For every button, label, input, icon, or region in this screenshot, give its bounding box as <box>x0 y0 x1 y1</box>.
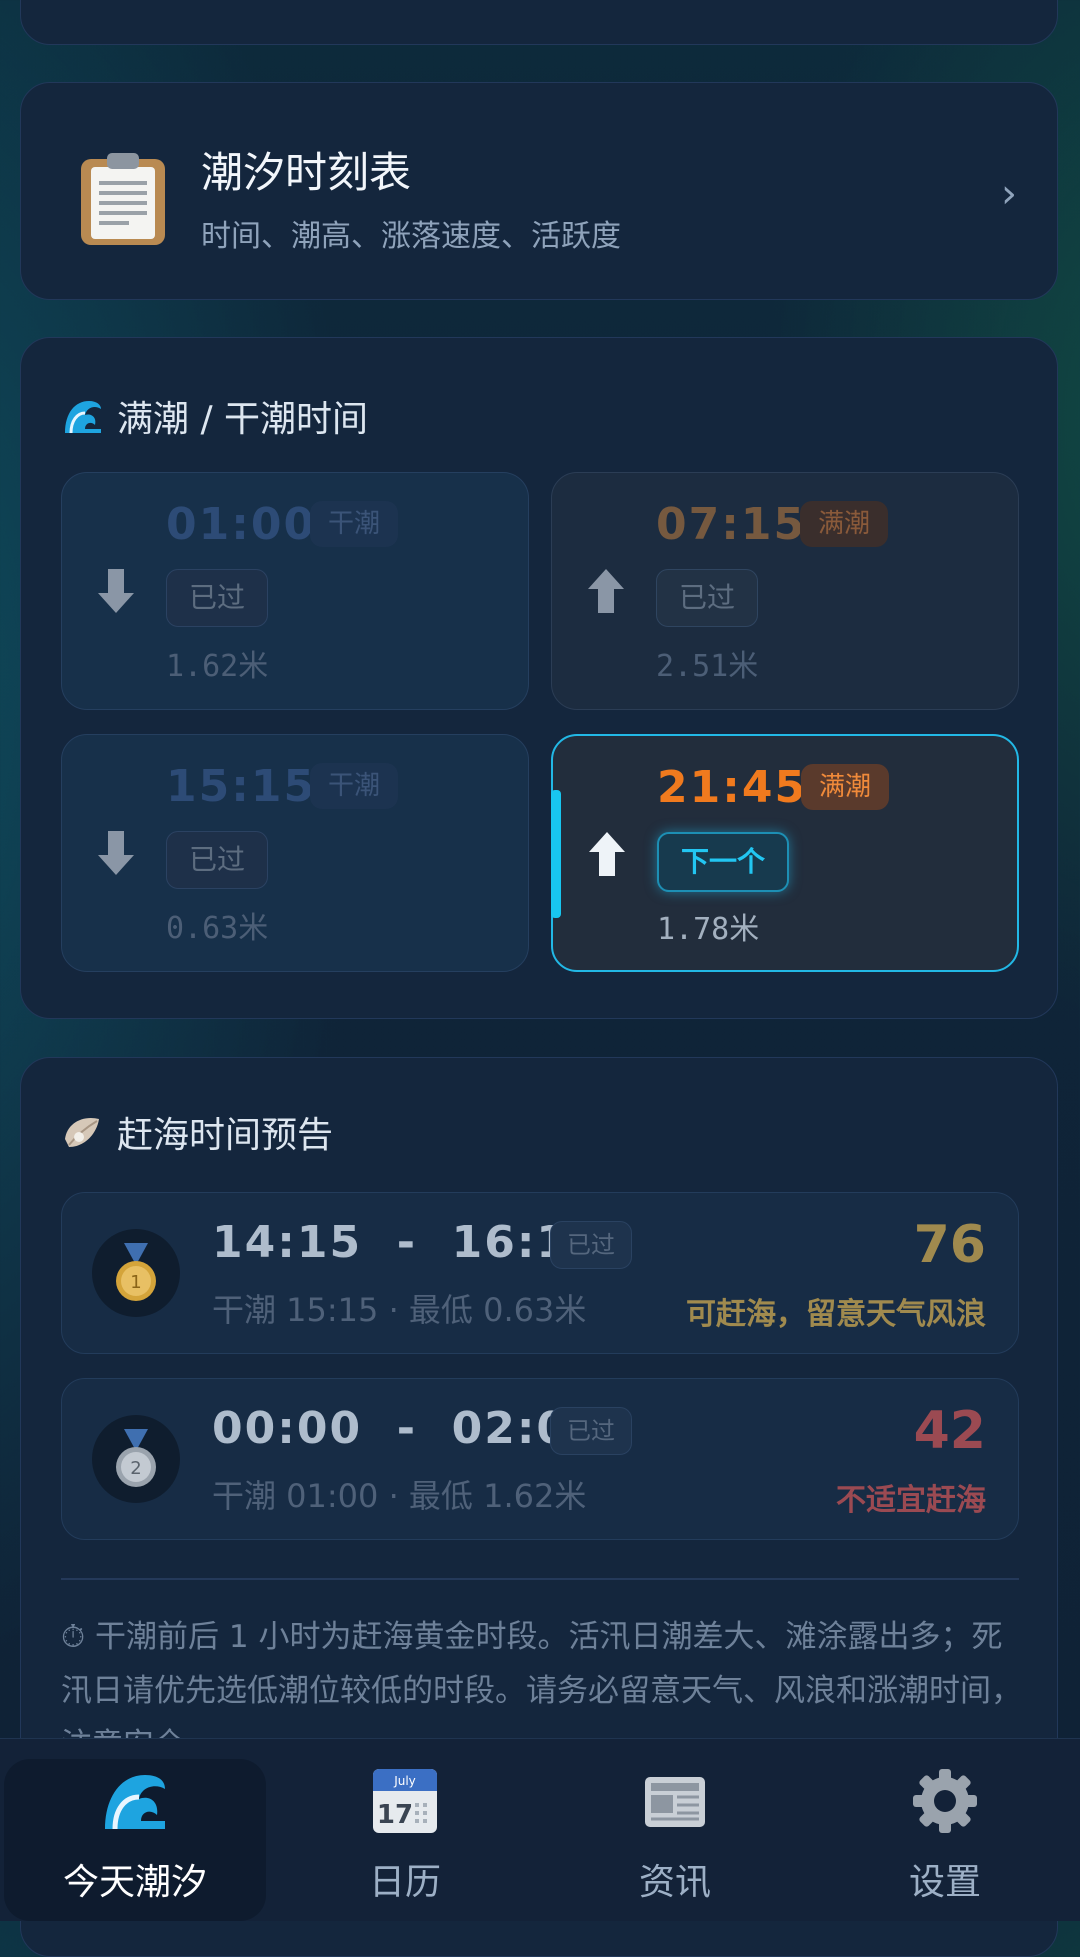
tab-label: 设置 <box>908 1862 981 1903</box>
slot-time-range: 14:15 - 16:15 <box>212 1217 602 1268</box>
slot-detail: 干潮 15:15 · 最低 0.63米 <box>212 1291 587 1329</box>
tide-height: 2.51米 <box>656 649 759 684</box>
tide-next-badge: 下一个 <box>657 832 790 892</box>
tides-section-label: 满潮 / 干潮时间 <box>117 399 369 440</box>
chevron-right-icon[interactable]: › <box>1001 171 1017 217</box>
gear-icon <box>913 1769 977 1833</box>
tide-status-badge: 已过 <box>656 569 759 627</box>
tide-tile[interactable]: 15:15 干潮 已过 0.63米 <box>61 734 529 972</box>
medal-rank: 2 <box>130 1458 141 1479</box>
slot-score: 42 <box>913 1401 986 1461</box>
slot-detail: 干潮 01:00 · 最低 1.62米 <box>212 1477 587 1515</box>
tide-time: 01:00 <box>166 499 317 550</box>
wave-icon <box>65 401 101 434</box>
tide-time: 15:15 <box>166 761 317 812</box>
tide-type-badge: 满潮 <box>800 501 889 547</box>
tab-label: 日历 <box>368 1862 441 1903</box>
slot-advice: 不适宜赶海 <box>836 1483 986 1518</box>
arrow-up-icon <box>589 832 625 876</box>
arrow-down-icon <box>98 569 134 613</box>
tab-news[interactable]: 资讯 <box>540 1739 810 1921</box>
forecast-section-label: 赶海时间预告 <box>117 1115 334 1156</box>
bottom-tab-bar: 今天潮汐 July 17 日历 资讯 设置 <box>0 1738 1080 1921</box>
arrow-up-icon <box>588 569 624 613</box>
tab-today-tide[interactable]: 今天潮汐 <box>0 1739 270 1921</box>
oyster-icon <box>65 1117 99 1147</box>
newspaper-icon <box>645 1777 705 1827</box>
slot-status-badge: 已过 <box>550 1407 632 1455</box>
tide-height: 1.62米 <box>166 649 269 684</box>
medal-rank: 1 <box>130 1272 141 1293</box>
tide-type-badge: 干潮 <box>310 763 399 809</box>
gold-medal-icon: 1 <box>92 1229 180 1317</box>
clipboard-icon <box>81 153 165 245</box>
wave-icon <box>105 1775 165 1830</box>
tide-type-badge: 满潮 <box>801 764 890 810</box>
forecast-section-title: 赶海时间预告 <box>61 1106 333 1158</box>
slot-advice: 可赶海，留意天气风浪 <box>686 1297 986 1332</box>
schedule-title: 潮汐时刻表 <box>201 148 412 197</box>
tide-type-badge: 干潮 <box>310 501 399 547</box>
tide-tile[interactable]: 07:15 满潮 已过 2.51米 <box>551 472 1019 710</box>
tide-status-badge: 已过 <box>166 569 269 627</box>
tab-calendar[interactable]: July 17 日历 <box>270 1739 540 1921</box>
next-indicator-bar <box>551 790 561 918</box>
divider <box>61 1578 1019 1580</box>
slot-time-range: 00:00 - 02:00 <box>212 1403 602 1454</box>
tide-time: 21:45 <box>657 762 808 813</box>
tide-time: 07:15 <box>656 499 807 550</box>
tide-height: 1.78米 <box>657 912 760 947</box>
slot-score: 76 <box>913 1215 986 1275</box>
tab-label: 今天潮汐 <box>62 1862 207 1903</box>
forecast-slot[interactable]: 2 00:00 - 02:00 已过 干潮 01:00 · 最低 1.62米 4… <box>61 1378 1019 1540</box>
tide-height: 0.63米 <box>166 911 269 946</box>
slot-status-badge: 已过 <box>550 1221 632 1269</box>
forecast-slot[interactable]: 1 14:15 - 16:15 已过 干潮 15:15 · 最低 0.63米 7… <box>61 1192 1019 1354</box>
tide-tile[interactable]: 01:00 干潮 已过 1.62米 <box>61 472 529 710</box>
tide-schedule-card[interactable]: 潮汐时刻表 时间、潮高、涨落速度、活跃度 › <box>20 82 1058 300</box>
tab-settings[interactable]: 设置 <box>810 1739 1080 1921</box>
silver-medal-icon: 2 <box>92 1415 180 1503</box>
tab-label: 资讯 <box>638 1862 711 1903</box>
high-low-tide-card: 满潮 / 干潮时间 01:00 干潮 已过 1.62米 07:15 满潮 已过 … <box>20 337 1058 1019</box>
tide-status-badge: 已过 <box>166 831 269 889</box>
schedule-subtitle: 时间、潮高、涨落速度、活跃度 <box>201 219 621 254</box>
calendar-icon: July 17 <box>373 1769 437 1833</box>
previous-card <box>20 0 1058 45</box>
tides-section-title: 满潮 / 干潮时间 <box>61 390 368 442</box>
tide-tile-next[interactable]: 21:45 满潮 下一个 1.78米 <box>551 734 1019 972</box>
arrow-down-icon <box>98 831 134 875</box>
calendar-day: 17 <box>377 1800 413 1830</box>
calendar-month: July <box>393 1774 416 1788</box>
